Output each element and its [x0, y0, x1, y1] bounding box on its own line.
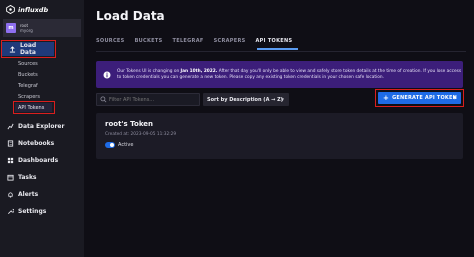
generate-api-token-button[interactable]: + GENERATE API TOKEN ▼: [378, 92, 461, 104]
notebook-icon: [7, 139, 14, 147]
tabs-divider: [96, 51, 466, 52]
nav-notebooks[interactable]: Notebooks: [0, 136, 84, 150]
nav-dashboards[interactable]: Dashboards: [0, 153, 84, 167]
bell-icon: [8, 191, 13, 198]
sub-item-telegraf[interactable]: Telegraf: [18, 83, 38, 89]
nav-data-explorer[interactable]: Data Explorer: [0, 119, 84, 133]
tab-bar: SOURCES BUCKETS TELEGRAF SCRAPERS API TO…: [96, 38, 292, 44]
nav-settings-label: Settings: [18, 207, 47, 215]
logo[interactable]: influxdb: [6, 5, 48, 14]
logo-text: influxdb: [18, 5, 49, 14]
active-tab-indicator: [257, 48, 298, 50]
nav-tasks-label: Tasks: [18, 173, 37, 181]
generate-api-token-label: GENERATE API TOKEN: [392, 95, 457, 101]
tab-telegraf[interactable]: TELEGRAF: [173, 38, 204, 44]
nav-data-explorer-label: Data Explorer: [18, 122, 65, 130]
influxdb-logo-icon: [6, 5, 15, 14]
toggle-knob: [110, 143, 114, 147]
banner-text-part1: Our Tokens UI is changing on: [117, 68, 181, 74]
banner-text: Our Tokens UI is changing on Jan 10th, 2…: [117, 69, 462, 81]
page-title: Load Data: [96, 9, 165, 23]
org-switcher[interactable]: m root myorg: [3, 19, 81, 37]
banner-date: Jan 10th, 2022.: [180, 68, 218, 74]
nav-alerts-label: Alerts: [18, 190, 39, 198]
tab-sources[interactable]: SOURCES: [96, 38, 125, 44]
token-created-at: Created at: 2023-09-05 11:32:29: [105, 132, 177, 137]
sidebar: influxdb m root myorg Load Data Sources …: [0, 0, 84, 257]
sort-dropdown-label: Sort by Description (A → Z): [207, 96, 284, 103]
tab-scrapers[interactable]: SCRAPERS: [214, 38, 246, 44]
nav-notebooks-label: Notebooks: [18, 139, 55, 147]
org-name: myorg: [20, 28, 33, 33]
token-active-toggle[interactable]: [105, 142, 115, 148]
caret-down-icon: ▼: [452, 95, 456, 100]
nav-dashboards-label: Dashboards: [18, 156, 59, 164]
main-content: Load Data SOURCES BUCKETS TELEGRAF SCRAP…: [84, 0, 474, 257]
wrench-icon: [8, 208, 14, 214]
info-icon: [103, 71, 111, 78]
token-card[interactable]: root's Token Created at: 2023-09-05 11:3…: [96, 113, 463, 159]
dashboard-icon: [7, 157, 14, 163]
chevron-down-icon: ▼: [280, 97, 284, 102]
filter-tokens-input[interactable]: [96, 93, 200, 106]
nav-settings[interactable]: Settings: [0, 204, 84, 218]
calendar-icon: [7, 174, 14, 181]
token-status: Active: [118, 142, 134, 148]
sub-item-scrapers[interactable]: Scrapers: [18, 94, 40, 100]
sub-item-buckets[interactable]: Buckets: [18, 72, 38, 78]
token-name[interactable]: root's Token: [105, 120, 153, 128]
notice-banner: Our Tokens UI is changing on Jan 10th, 2…: [96, 61, 463, 88]
sort-dropdown[interactable]: Sort by Description (A → Z) ▼: [203, 93, 289, 106]
plus-icon: +: [383, 93, 390, 102]
search-icon: [100, 96, 107, 103]
tab-api-tokens[interactable]: API TOKENS: [256, 38, 293, 44]
nav-tasks[interactable]: Tasks: [0, 170, 84, 184]
avatar: m: [6, 23, 16, 33]
sub-item-sources[interactable]: Sources: [18, 61, 38, 67]
tab-buckets[interactable]: BUCKETS: [135, 38, 163, 44]
graph-icon: [7, 123, 14, 129]
highlight-api-tokens: [13, 101, 55, 114]
highlight-load-data: [1, 40, 56, 58]
nav-alerts[interactable]: Alerts: [0, 187, 84, 201]
